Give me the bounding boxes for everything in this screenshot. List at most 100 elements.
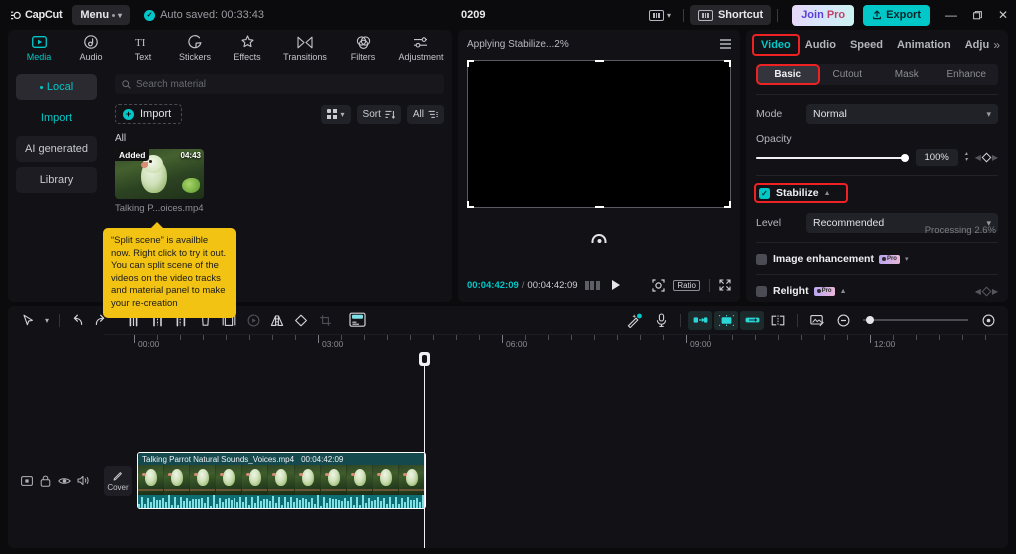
- keyframe-icon[interactable]: [981, 152, 992, 163]
- view-mode-button[interactable]: ▾: [321, 104, 351, 124]
- tool-tab-audio[interactable]: Audio: [66, 31, 116, 65]
- chevron-up-icon[interactable]: ▲: [840, 288, 847, 295]
- tab-audio[interactable]: Audio: [798, 36, 843, 54]
- preview-menu-icon[interactable]: [720, 39, 731, 49]
- preview-stage[interactable]: [467, 60, 731, 208]
- import-button[interactable]: + Import: [115, 104, 183, 124]
- frame-step-icon[interactable]: [584, 280, 600, 290]
- relight-row[interactable]: Relight Pro ▲ ◀ ▶: [756, 285, 998, 297]
- zoom-fit-button[interactable]: [976, 309, 1000, 331]
- fullscreen-icon[interactable]: [719, 279, 731, 291]
- join-pro-button[interactable]: Join Pro: [792, 4, 855, 26]
- tool-tab-filters[interactable]: Filters: [338, 31, 388, 65]
- subtab-basic[interactable]: Basic: [756, 64, 820, 85]
- opacity-slider[interactable]: [756, 153, 909, 162]
- tab-adjust[interactable]: Adju: [958, 36, 989, 54]
- more-tabs-icon[interactable]: »: [993, 38, 1000, 52]
- play-button[interactable]: [611, 280, 620, 290]
- handle-bottom-left[interactable]: [467, 201, 474, 208]
- cover-button[interactable]: Cover: [104, 466, 132, 496]
- handle-top-mid[interactable]: [594, 60, 604, 62]
- keyframe-prev-icon[interactable]: ◀: [975, 153, 981, 162]
- select-tool-button[interactable]: [16, 309, 40, 331]
- timeline-zoom-knob[interactable]: [866, 316, 874, 324]
- rotate-button[interactable]: [289, 309, 313, 331]
- mode-select[interactable]: Normal ▾: [806, 104, 998, 124]
- media-nav-import[interactable]: Import: [16, 105, 97, 131]
- auto-cut-button[interactable]: [714, 310, 738, 330]
- subtab-enhance[interactable]: Enhance: [937, 66, 997, 83]
- relight-checkbox[interactable]: [756, 285, 767, 297]
- playhead[interactable]: [419, 352, 430, 548]
- track-thumbnail-icon[interactable]: [20, 474, 33, 487]
- zoom-out-button[interactable]: [831, 309, 855, 331]
- maximize-button[interactable]: [964, 0, 990, 30]
- preview-rotate-icon[interactable]: [591, 234, 607, 243]
- close-button[interactable]: ✕: [990, 0, 1016, 30]
- keyframe-icon[interactable]: [981, 286, 992, 296]
- ratio-button[interactable]: Ratio: [673, 279, 700, 291]
- record-voiceover-button[interactable]: [649, 309, 673, 331]
- tool-tab-adjustment[interactable]: Adjustment: [390, 31, 452, 65]
- auto-captions-button[interactable]: [345, 309, 369, 331]
- filter-all-button[interactable]: All: [406, 104, 444, 124]
- shortcut-button[interactable]: Shortcut: [689, 5, 772, 25]
- image-enhancement-checkbox[interactable]: [756, 253, 767, 265]
- link-clips-button[interactable]: [740, 310, 764, 330]
- subtab-cutout[interactable]: Cutout: [818, 66, 878, 83]
- media-item[interactable]: Added 04:43 Talking P...oices.mp4: [115, 149, 204, 214]
- crop-frame-button[interactable]: [313, 309, 337, 331]
- minimize-button[interactable]: —: [938, 0, 964, 30]
- search-input[interactable]: Search material: [115, 74, 444, 94]
- current-timecode[interactable]: 00:04:42:09: [467, 280, 519, 291]
- keyframe-next-icon[interactable]: ▶: [992, 153, 998, 162]
- subtab-mask[interactable]: Mask: [877, 66, 937, 83]
- tool-tab-effects[interactable]: Effects: [222, 31, 272, 65]
- tab-video[interactable]: Video: [752, 34, 800, 56]
- timeline-zoom-slider[interactable]: [863, 316, 968, 324]
- opacity-stepper[interactable]: ▴ ▾: [965, 151, 968, 163]
- keyframe-next-icon[interactable]: ▶: [992, 287, 998, 296]
- image-enhancement-row[interactable]: Image enhancement Pro ▾: [756, 253, 998, 265]
- timeline-ruler[interactable]: 00:00 03:00 06:00 09:00 12:00: [104, 334, 1008, 354]
- export-button[interactable]: Export: [863, 4, 930, 26]
- keyframe-prev-icon[interactable]: ◀: [975, 287, 981, 296]
- playhead-handle[interactable]: [419, 352, 430, 366]
- track-lock-icon[interactable]: [39, 474, 52, 487]
- tab-speed[interactable]: Speed: [843, 36, 890, 54]
- undo-button[interactable]: [65, 309, 89, 331]
- layout-switcher-button[interactable]: ▾: [643, 9, 677, 21]
- sort-button[interactable]: Sort: [356, 104, 401, 124]
- handle-bottom-right[interactable]: [724, 201, 731, 208]
- tool-tab-stickers[interactable]: Stickers: [170, 31, 220, 65]
- handle-top-right[interactable]: [724, 60, 731, 67]
- opacity-slider-knob[interactable]: [900, 153, 909, 162]
- freeze-frame-button[interactable]: [241, 309, 265, 331]
- menu-button[interactable]: Menu ▾: [72, 5, 131, 25]
- split-clip-button[interactable]: [766, 309, 790, 331]
- select-tool-dropdown[interactable]: ▾: [40, 309, 54, 331]
- chevron-down-icon[interactable]: ▾: [905, 255, 909, 263]
- tool-tab-text[interactable]: TI Text: [118, 31, 168, 65]
- magic-tools-button[interactable]: [623, 309, 647, 331]
- mirror-button[interactable]: [265, 309, 289, 331]
- cover-settings-button[interactable]: [805, 309, 829, 331]
- tool-tab-media[interactable]: Media: [14, 31, 64, 65]
- timeline-clip[interactable]: Talking Parrot Natural Sounds_Voices.mp4…: [137, 452, 426, 509]
- stabilize-row[interactable]: ✓ Stabilize ▲: [754, 183, 848, 203]
- track-mute-icon[interactable]: [77, 474, 90, 487]
- tab-animation[interactable]: Animation: [890, 36, 958, 54]
- track-visibility-icon[interactable]: [58, 474, 71, 487]
- stabilize-checkbox[interactable]: ✓: [759, 187, 770, 199]
- zoom-fit-icon[interactable]: [652, 278, 665, 292]
- handle-bottom-mid[interactable]: [594, 206, 604, 208]
- speed-ramp-button[interactable]: [688, 310, 712, 330]
- handle-top-left[interactable]: [467, 60, 474, 67]
- media-nav-local[interactable]: Local: [16, 74, 97, 100]
- media-thumbnail[interactable]: Added 04:43: [115, 149, 204, 199]
- opacity-value-input[interactable]: 100%: [915, 149, 958, 166]
- media-nav-library[interactable]: Library: [16, 167, 97, 193]
- media-nav-ai-generated[interactable]: AI generated: [16, 136, 97, 162]
- chevron-up-icon[interactable]: ▲: [824, 190, 831, 197]
- tool-tab-transitions[interactable]: Transitions: [274, 31, 336, 65]
